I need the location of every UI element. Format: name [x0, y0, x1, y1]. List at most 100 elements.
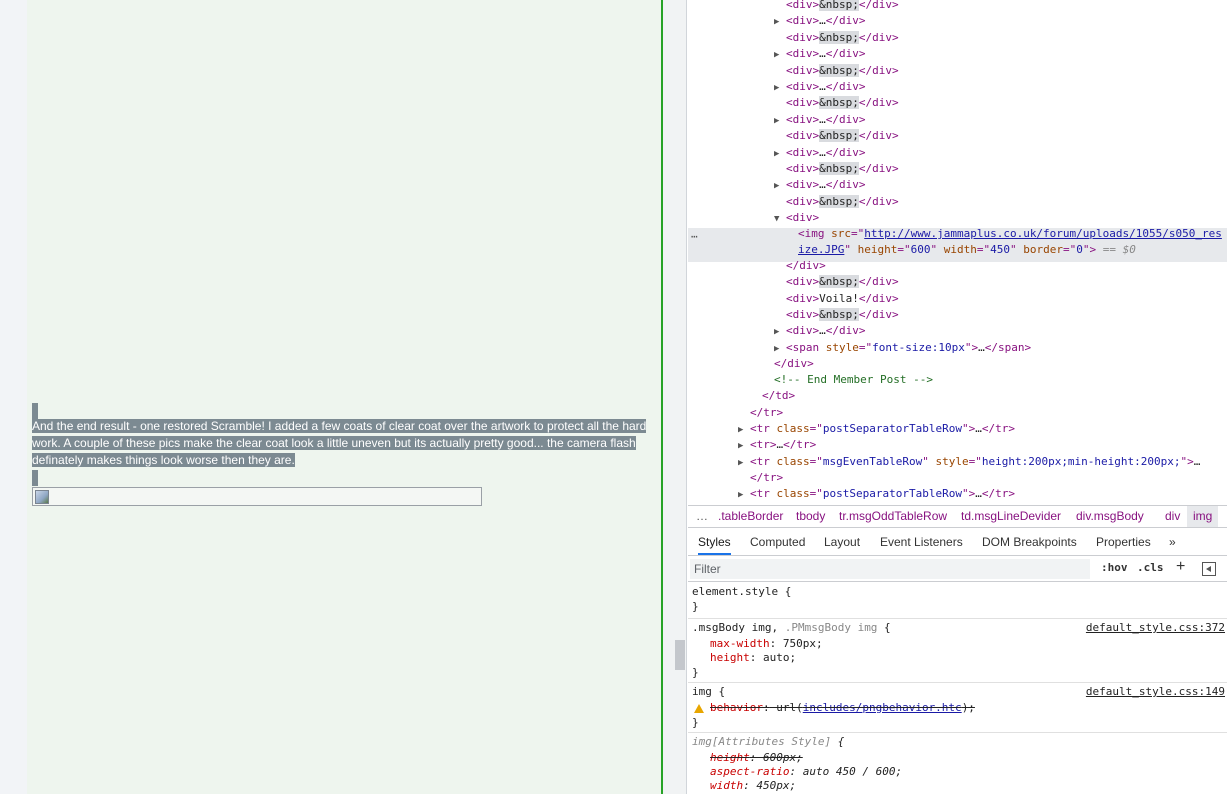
node-token: &nbsp; [819, 63, 859, 77]
expand-triangle-icon[interactable]: ▼ [774, 211, 786, 227]
style-declaration[interactable]: width: 450px; [710, 778, 796, 793]
dom-node-line[interactable]: ▶ <div>…</div> [774, 46, 866, 62]
dom-node-line[interactable]: <div>Voila!</div> [774, 291, 899, 307]
node-token: "> [1180, 454, 1194, 468]
node-token: … [819, 145, 826, 159]
expand-triangle-icon[interactable]: ▶ [774, 14, 786, 30]
expand-triangle-icon[interactable]: ▶ [738, 422, 750, 438]
dom-node-line[interactable]: </div> [762, 356, 814, 372]
dom-node-line[interactable]: <div>&nbsp;</div> [774, 63, 899, 79]
dom-node-line[interactable]: ▶ <tr class="postSeparatorTableRow">…</tr… [738, 421, 1015, 437]
node-token: <span [786, 340, 826, 354]
expand-triangle-icon[interactable]: ▶ [738, 455, 750, 471]
dom-node-line[interactable]: </tr> [738, 470, 783, 486]
style-declaration[interactable]: height: auto; [710, 650, 796, 665]
dom-node-line[interactable]: </div> [774, 258, 826, 274]
style-declaration[interactable]: behavior: url(includes/pngbehavior.htc); [694, 700, 975, 715]
dom-node-line[interactable]: <div>&nbsp;</div> [774, 307, 899, 323]
dom-node-line[interactable]: ▶ <div>…</div> [774, 13, 866, 29]
selected-img-node[interactable]: ize.JPG" height="600" width="450" border… [798, 242, 1136, 258]
style-declaration[interactable]: max-width: 750px; [710, 636, 823, 651]
breadcrumb-item[interactable]: tr.msgOddTableRow [839, 506, 947, 527]
dom-node-line[interactable]: <div>&nbsp;</div> [774, 128, 899, 144]
dom-node-line[interactable]: <div>&nbsp;</div> [774, 194, 899, 210]
dom-node-line[interactable]: ▶ <div>…</div> [774, 79, 866, 95]
tab-computed[interactable]: Computed [750, 529, 805, 555]
breadcrumb-item[interactable]: .tableBorder [718, 506, 783, 527]
rule-source-link[interactable]: default_style.css:149 [1086, 684, 1225, 699]
class-toggle-button[interactable]: .cls [1137, 561, 1164, 574]
dom-node-line[interactable]: ▶ <div>…</div> [774, 112, 866, 128]
node-token: =" [968, 454, 982, 468]
expand-triangle-icon[interactable]: ▶ [738, 487, 750, 503]
filter-bar: :hov .cls + [688, 557, 1227, 582]
broken-image[interactable] [32, 487, 482, 506]
expand-triangle-icon[interactable]: ▶ [774, 324, 786, 340]
dom-node-line[interactable]: <div>&nbsp;</div> [774, 0, 899, 13]
dom-node-line[interactable]: </td> [750, 388, 795, 404]
tab-event-listeners[interactable]: Event Listeners [880, 529, 963, 555]
rule-source-link[interactable]: default_style.css:372 [1086, 620, 1225, 635]
node-token: &nbsp; [819, 96, 859, 110]
toggle-sidebar-icon[interactable] [1202, 562, 1216, 576]
dom-node-line[interactable]: <div>&nbsp;</div> [774, 30, 899, 46]
node-token: "> [964, 340, 979, 354]
page-left-margin [0, 0, 27, 794]
rule-selector[interactable]: img { [692, 684, 725, 699]
hover-state-button[interactable]: :hov [1101, 561, 1128, 574]
expand-triangle-icon[interactable]: ▶ [774, 146, 786, 162]
dom-node-line[interactable]: ▶ <tr>…</tr> [738, 437, 816, 453]
rule-selector[interactable]: img[Attributes Style] { [692, 734, 844, 749]
node-token: =" [809, 422, 823, 435]
breadcrumb-item[interactable]: img [1187, 506, 1219, 527]
elements-tree[interactable]: ⋯ <div>&nbsp;</div> ▶ <div>…</div> <div>&nb… [688, 0, 1227, 504]
element-style-selector[interactable]: element.style { [692, 584, 791, 599]
expand-triangle-icon[interactable]: ▶ [774, 341, 786, 357]
dom-node-line[interactable]: ▶ <div>…</div> [774, 145, 866, 161]
dom-node-line[interactable]: <div>&nbsp;</div> [774, 161, 899, 177]
dom-node-line[interactable]: ▶ <span style="font-size:10px">…</span> [774, 340, 1031, 356]
node-token: … [819, 178, 826, 192]
style-declaration[interactable]: height: 600px; [710, 750, 803, 765]
dom-node-line[interactable]: ▶ <div>…</div> [774, 323, 866, 339]
node-token: == $0 [1096, 243, 1136, 256]
expand-triangle-icon[interactable]: ▶ [774, 178, 786, 194]
styles-filter-input[interactable] [690, 559, 1090, 579]
node-token: height [857, 243, 898, 256]
dom-node-line[interactable]: ▼ <div> [774, 210, 819, 226]
dom-node-line[interactable]: <!-- End Member Post --> [762, 372, 933, 388]
expand-triangle-icon[interactable]: ▶ [774, 47, 786, 63]
expand-triangle-icon[interactable]: ▶ [774, 113, 786, 129]
expand-triangle-icon[interactable]: ▶ [774, 80, 786, 96]
breadcrumb-item[interactable]: td.msgLineDevider [961, 506, 1061, 527]
node-token: <img [798, 227, 832, 240]
dom-node-line[interactable]: <div>&nbsp;</div> [774, 95, 899, 111]
devtools-splitter[interactable] [663, 0, 687, 794]
breadcrumb-item[interactable]: div [1165, 506, 1180, 527]
dom-node-line[interactable]: <div>&nbsp;</div> [774, 274, 899, 290]
breadcrumb-item[interactable]: div.msgBody [1076, 506, 1144, 527]
tab-layout[interactable]: Layout [824, 529, 860, 555]
expand-triangle-icon[interactable]: ▶ [738, 438, 750, 454]
tab-styles[interactable]: Styles [698, 529, 731, 555]
selected-img-node[interactable]: <img src="http://www.jammaplus.co.uk/for… [798, 226, 1222, 242]
node-token: class [776, 454, 810, 468]
tabs-overflow-icon[interactable]: » [1169, 529, 1176, 555]
style-declaration[interactable]: aspect-ratio: auto 450 / 600; [710, 764, 902, 779]
dom-node-line[interactable]: ▶ <tr class="postSeparatorTableRow">…</tr… [738, 486, 1015, 502]
web-page: And the end result - one restored Scramb… [0, 0, 663, 794]
tab-dom-breakpoints[interactable]: DOM Breakpoints [982, 529, 1077, 555]
node-menu-dots[interactable]: ⋯ [691, 230, 698, 243]
tab-properties[interactable]: Properties [1096, 529, 1151, 555]
node-token: </tr> [750, 405, 784, 419]
splitter-grip[interactable] [675, 640, 685, 670]
node-token: height:200px;min-height:200px; [981, 454, 1181, 468]
rule-selector[interactable]: .msgBody img, .PMmsgBody img { [692, 620, 891, 635]
node-token: src [831, 227, 851, 240]
breadcrumb-item[interactable]: tbody [796, 506, 825, 527]
breadcrumb-more[interactable]: … [696, 506, 708, 527]
dom-node-line[interactable]: </tr> [738, 405, 783, 421]
dom-node-line[interactable]: ▶ <tr class="msgEvenTableRow" style="heig… [738, 454, 1200, 470]
dom-node-line[interactable]: ▶ <div>…</div> [774, 177, 866, 193]
new-rule-plus-icon[interactable]: + [1176, 558, 1185, 576]
